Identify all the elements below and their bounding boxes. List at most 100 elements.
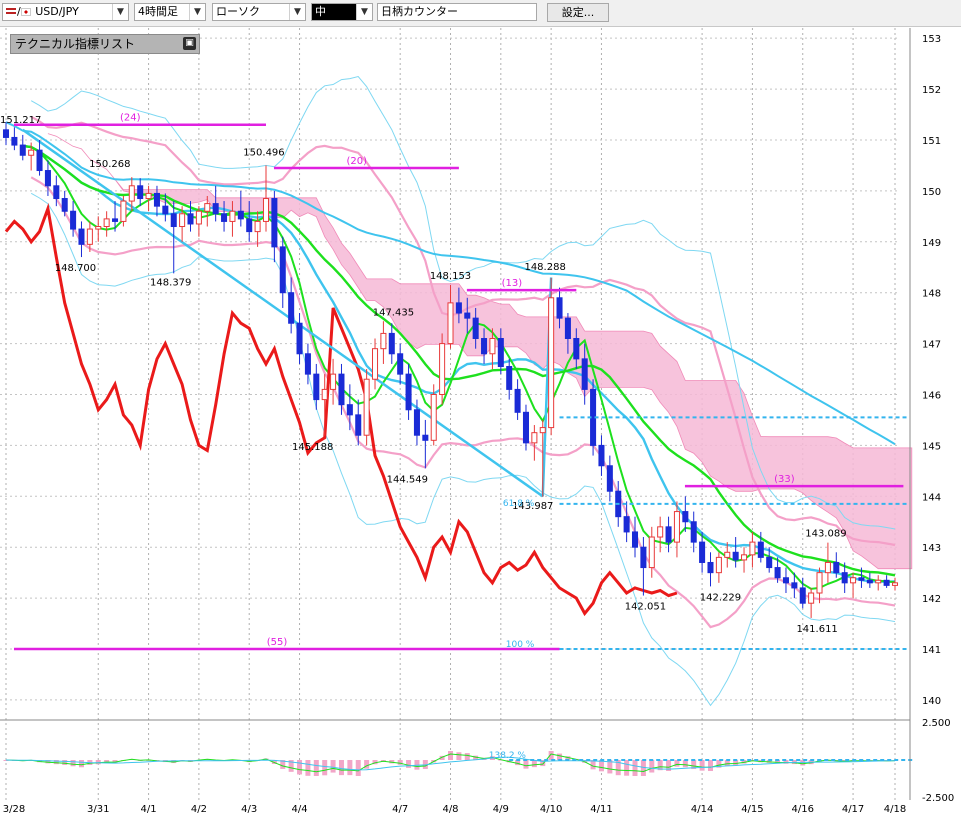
candle-body (321, 388, 328, 401)
time-tick-label: 3/31 (87, 804, 109, 815)
timeframe-select[interactable]: 4時間足 ▼ (134, 3, 206, 21)
chart-style-select[interactable]: ローソク ▼ (212, 3, 306, 21)
oscillator-bar (347, 760, 353, 776)
day-counter-label: (55) (267, 637, 288, 648)
candle-body (28, 149, 35, 156)
oscillator-bar (624, 760, 630, 776)
currency-pair-select[interactable]: / USD/JPY ▼ (2, 3, 129, 21)
candle-body (673, 511, 680, 543)
candle-body (2, 129, 10, 138)
candle-body (506, 366, 513, 390)
candle-body (61, 198, 68, 212)
candle-body (145, 192, 152, 200)
oscillator-bar (699, 760, 705, 771)
size-select[interactable]: 中 ▼ (311, 3, 373, 21)
price-annotation: 144.549 (387, 474, 428, 485)
price-tick-label: 152 (922, 85, 941, 96)
candle-body (791, 582, 798, 589)
candle-body (195, 210, 202, 225)
price-annotation: 148.700 (55, 263, 96, 274)
price-annotation: 148.288 (524, 262, 565, 273)
oscillator-bar (707, 760, 713, 772)
oscillator-bar (78, 760, 84, 768)
candle-body (11, 136, 18, 146)
candle-body (112, 218, 119, 222)
day-counter-field[interactable]: 日柄カウンター (377, 3, 537, 21)
jp-flag-icon (20, 8, 31, 16)
candle-body (481, 338, 488, 355)
price-tick-label: 151 (922, 136, 941, 147)
candle-body (187, 213, 194, 225)
time-tick-label: 4/1 (141, 804, 157, 815)
price-tick-label: 148 (922, 289, 941, 300)
oscillator-bar (464, 753, 470, 760)
settings-button[interactable]: 設定... (547, 3, 609, 22)
candle-body (70, 210, 77, 230)
day-counter-label: (20) (346, 156, 367, 167)
candle-body (288, 292, 295, 324)
candle-body (891, 582, 899, 586)
candle-body (472, 317, 479, 340)
candle-body (246, 218, 253, 233)
candle-body (439, 343, 446, 395)
price-annotation: 148.379 (150, 277, 191, 288)
day-counter-label: (33) (774, 474, 795, 485)
bollinger-band-line (30, 176, 896, 629)
oscillator-bar (355, 760, 361, 776)
oscillator-bar (305, 760, 311, 776)
candle-body (455, 302, 462, 314)
candle-body (254, 220, 261, 233)
time-tick-label: 4/17 (842, 804, 864, 815)
candle-body (372, 348, 379, 380)
indicator-list-panel[interactable]: テクニカル指標リスト ▣ (10, 34, 200, 54)
oscillator-bar (322, 760, 328, 776)
candle-body (724, 551, 731, 558)
candle-body (262, 198, 270, 222)
candle-body (120, 200, 127, 222)
size-label: 中 (315, 5, 326, 18)
candle-body (573, 338, 580, 360)
candle-body (657, 526, 664, 538)
day-counter-label: (24) (120, 113, 141, 124)
candle-body (539, 427, 546, 434)
candle-body (682, 511, 689, 523)
time-tick-label: 4/16 (792, 804, 814, 815)
time-tick-label: 4/8 (442, 804, 458, 815)
price-annotation: 142.051 (625, 602, 666, 613)
time-axis: 3/28 3/31 4/1 4/2 4/3 4/4 4/7 4/8 4/9 4/10 4/11 4/1… (3, 804, 906, 815)
candle-body (715, 556, 722, 574)
chevron-down-icon: ▼ (356, 4, 372, 20)
chart-style-label: ローソク (216, 5, 260, 18)
price-tick-label: 146 (922, 390, 941, 401)
fib-label: 100 % (506, 640, 535, 650)
candle-body (489, 338, 496, 355)
time-tick-label: 4/11 (590, 804, 612, 815)
time-tick-label: 4/7 (392, 804, 408, 815)
candle-body (405, 373, 412, 411)
candle-body (179, 213, 186, 228)
candle-body (279, 246, 286, 294)
chart-grid (0, 28, 900, 800)
candle-body (128, 185, 135, 202)
chart-canvas[interactable]: 151.217150.268150.496148.700148.379148.1… (0, 0, 961, 817)
oscillator-bar (70, 760, 76, 767)
candle-body (330, 373, 337, 390)
candle-body (170, 213, 177, 228)
candle-body (388, 332, 395, 355)
candle-body (648, 536, 655, 569)
candle-body (36, 149, 43, 172)
time-tick-label: 4/10 (540, 804, 562, 815)
oscillator-bar (95, 760, 101, 765)
candle-body (153, 192, 160, 207)
candle-body (732, 551, 739, 561)
candle-body (799, 587, 806, 604)
candle-body (816, 572, 823, 594)
time-tick-label: 4/15 (741, 804, 763, 815)
candle-body (78, 228, 85, 245)
day-counter-label: 日柄カウンター (381, 5, 458, 18)
price-tick-label: 140 (922, 696, 941, 707)
collapse-icon[interactable]: ▣ (183, 37, 196, 50)
oscillator-bar (297, 760, 303, 775)
candle-body (699, 541, 706, 563)
price-annotation: 150.268 (89, 159, 130, 170)
